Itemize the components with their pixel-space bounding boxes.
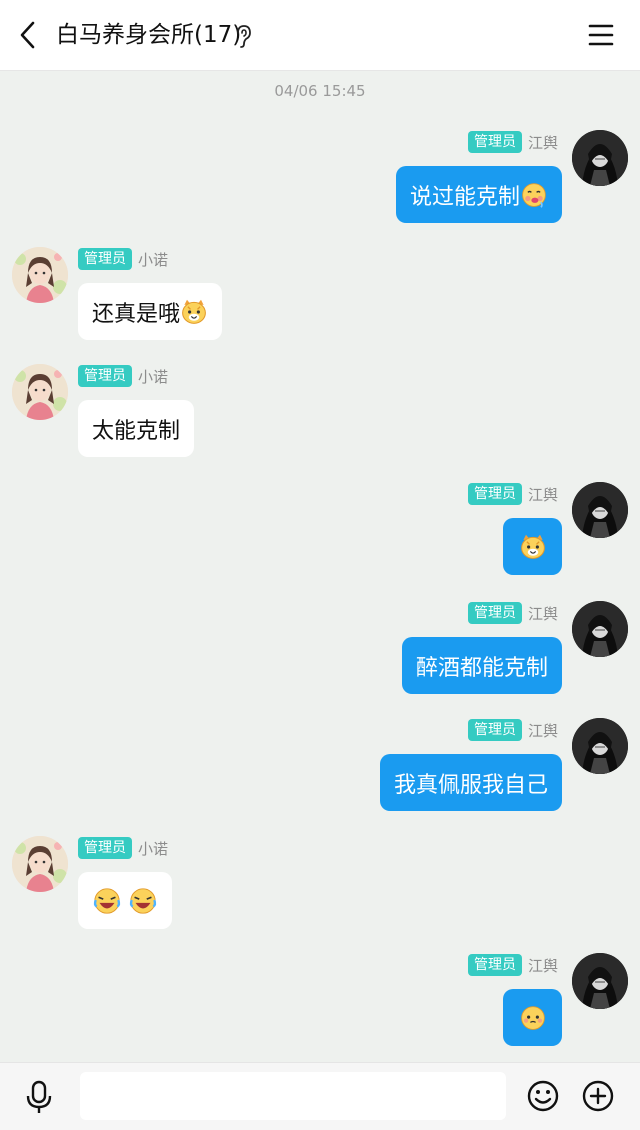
admin-badge: 管理员: [467, 131, 522, 153]
sender-info: 管理员 小诺: [78, 364, 168, 388]
message-input[interactable]: [80, 1072, 506, 1120]
avatar[interactable]: [572, 718, 628, 774]
message-bubble[interactable]: [503, 989, 562, 1046]
message-text: 我真佩服我自己: [393, 772, 548, 798]
message-bubble[interactable]: 说过能克制: [395, 166, 562, 223]
admin-badge: 管理员: [467, 954, 522, 976]
admin-badge: 管理员: [467, 719, 522, 741]
message-text: 说过能克制: [409, 184, 520, 210]
sender-info: 管理员 小诺: [78, 836, 168, 860]
message-text: 醉酒都能克制: [415, 655, 548, 681]
sender-info: 管理员 江舆: [467, 953, 558, 977]
cat-face-icon: [519, 533, 547, 561]
message-bubble[interactable]: 我真佩服我自己: [379, 754, 562, 811]
drooling-face-icon: [520, 181, 548, 209]
avatar[interactable]: [12, 836, 68, 892]
message-timestamp: 04/06 15:45: [274, 82, 366, 100]
message-bubble[interactable]: 还真是哦: [78, 283, 223, 340]
sender-info: 管理员 小诺: [78, 247, 168, 271]
avatar[interactable]: [572, 953, 628, 1009]
message-bubble[interactable]: [503, 518, 562, 575]
menu-icon[interactable]: [584, 19, 618, 51]
chat-title: 白马养身会所(17): [56, 22, 242, 48]
cat-face-icon: [180, 298, 208, 326]
admin-badge: 管理员: [78, 837, 132, 859]
admin-badge: 管理员: [78, 365, 132, 387]
message-text: 还真是哦: [92, 301, 181, 327]
avatar[interactable]: [12, 247, 68, 303]
message-bubble[interactable]: 醉酒都能克制: [401, 637, 562, 694]
laughing-crying-face-icon: [92, 886, 122, 916]
message-text: 太能克制: [92, 418, 181, 444]
sender-name[interactable]: 小诺: [138, 366, 168, 387]
admin-badge: 管理员: [467, 483, 522, 505]
sender-name[interactable]: 江舆: [528, 132, 558, 153]
ear-icon[interactable]: [232, 23, 254, 49]
sender-name[interactable]: 江舆: [528, 603, 558, 624]
admin-badge: 管理员: [467, 602, 522, 624]
laughing-crying-face-icon: [128, 886, 158, 916]
message-bubble[interactable]: [78, 872, 172, 929]
avatar[interactable]: [12, 364, 68, 420]
sender-name[interactable]: 江舆: [528, 484, 558, 505]
input-bar: [0, 1062, 640, 1130]
avatar[interactable]: [572, 130, 628, 186]
chat-area[interactable]: 04/06 15:45 管理员 江舆 说过能克制 管理员 小诺 还真是哦 管理员…: [0, 70, 640, 1062]
sender-name[interactable]: 江舆: [528, 720, 558, 741]
sender-info: 管理员 江舆: [467, 130, 558, 154]
sender-name[interactable]: 小诺: [138, 838, 168, 859]
sender-name[interactable]: 江舆: [528, 955, 558, 976]
avatar[interactable]: [572, 482, 628, 538]
plus-circle-icon[interactable]: [581, 1079, 615, 1113]
sender-info: 管理员 江舆: [467, 718, 558, 742]
sender-name[interactable]: 小诺: [138, 249, 168, 270]
pleading-face-icon: [519, 1004, 547, 1032]
microphone-icon[interactable]: [22, 1079, 56, 1115]
sender-info: 管理员 江舆: [467, 482, 558, 506]
chat-header: 白马养身会所(17): [0, 0, 640, 71]
smiley-icon[interactable]: [526, 1079, 560, 1113]
sender-info: 管理员 江舆: [467, 601, 558, 625]
admin-badge: 管理员: [78, 248, 132, 270]
avatar[interactable]: [572, 601, 628, 657]
back-arrow-icon[interactable]: [10, 17, 46, 53]
message-bubble[interactable]: 太能克制: [78, 400, 195, 457]
